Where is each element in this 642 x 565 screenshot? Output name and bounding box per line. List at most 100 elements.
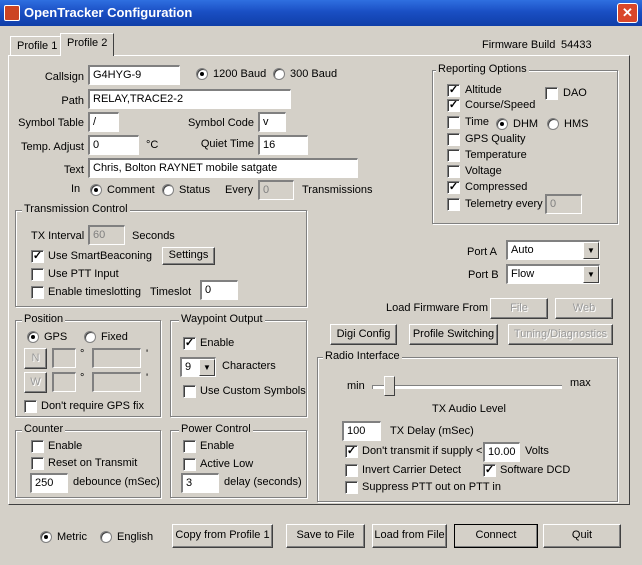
copy-profile-button[interactable]: Copy from Profile 1 [172,524,273,548]
counter-reset-checkbox[interactable] [31,457,44,470]
arrow-glyph: ▼ [203,363,211,372]
comment-radio[interactable] [90,184,102,196]
port-a-value: Auto [511,244,534,256]
voltage-checkbox[interactable] [447,165,460,178]
tab-label: Profile 1 [17,40,58,52]
no-gps-fix-checkbox[interactable] [24,400,37,413]
digi-config-button[interactable]: Digi Config [330,324,397,345]
latitude-degrees-input[interactable] [52,348,76,368]
tx-audio-slider-track[interactable] [372,385,562,389]
tx-delay-label: TX Delay (mSec) [390,425,474,437]
quiet-time-input[interactable]: 16 [258,135,308,155]
firmware-build-value: 54433 [561,39,592,51]
counter-enable-checkbox[interactable] [31,440,44,453]
software-dcd-checkbox[interactable]: ✓ [483,464,496,477]
north-south-button[interactable]: N [24,348,47,369]
supply-threshold-checkbox[interactable]: ✓ [345,445,358,458]
longitude-minutes-input[interactable] [92,372,141,392]
path-label: Path [61,95,84,107]
port-a-label: Port A [467,246,497,258]
symbol-code-input[interactable]: v [258,112,286,132]
characters-select[interactable]: 9 ▼ [180,357,216,377]
tx-audio-slider-thumb[interactable] [384,376,395,396]
quit-button[interactable]: Quit [543,524,621,548]
counter-title: Counter [22,423,66,435]
tab-profile-2[interactable]: Profile 2 [60,33,115,56]
waypoint-enable-checkbox[interactable]: ✓ [183,337,196,350]
dhm-label: DHM [513,118,539,130]
status-radio[interactable] [162,184,174,196]
characters-value: 9 [185,361,192,373]
settings-button[interactable]: Settings [162,247,215,265]
longitude-degrees-input[interactable] [52,372,76,392]
power-enable-checkbox[interactable] [183,440,196,453]
latitude-minutes-input[interactable] [92,348,141,368]
telemetry-input[interactable]: 0 [545,194,582,214]
tx-delay-input[interactable]: 100 [342,421,381,441]
timeslot-input[interactable]: 0 [200,280,238,300]
gps-quality-checkbox[interactable] [447,133,460,146]
text-input[interactable]: Chris, Bolton RAYNET mobile satgate [88,158,358,178]
invert-cd-checkbox[interactable] [345,464,358,477]
firmware-web-button[interactable]: Web [555,298,613,319]
hms-radio[interactable] [547,118,559,130]
custom-symbols-checkbox[interactable] [183,385,196,398]
symbol-code-label: Symbol Code [187,117,254,129]
chevron-down-icon[interactable]: ▼ [199,359,215,376]
temp-adjust-input[interactable]: 0 [88,135,139,155]
slider-min-label: min [347,380,365,392]
suppress-ptt-checkbox[interactable] [345,481,358,494]
baud-300-radio[interactable] [273,68,285,80]
save-to-file-button[interactable]: Save to File [286,524,365,548]
chevron-down-icon[interactable]: ▼ [583,266,599,283]
baud-1200-radio[interactable] [196,68,208,80]
load-from-file-button[interactable]: Load from File [372,524,447,548]
close-button[interactable]: ✕ [617,3,638,23]
time-checkbox[interactable] [447,116,460,129]
temperature-checkbox[interactable] [447,149,460,162]
firmware-file-button[interactable]: File [490,298,548,319]
position-fixed-radio[interactable] [84,331,96,343]
tab-profile-1[interactable]: Profile 1 [10,36,65,56]
dao-checkbox[interactable] [545,87,558,100]
callsign-input[interactable]: G4HYG-9 [88,65,180,85]
hms-label: HMS [564,118,589,130]
ptt-input-checkbox[interactable] [31,268,44,281]
chevron-down-icon[interactable]: ▼ [583,242,599,259]
tuning-diagnostics-button[interactable]: Tuning/Diagnostics [508,324,613,345]
active-low-checkbox[interactable] [183,458,196,471]
power-delay-input[interactable]: 3 [181,473,219,493]
check-icon: ✓ [346,445,357,457]
close-icon: ✕ [622,5,633,20]
supply-voltage-input[interactable]: 10.00 [483,442,520,462]
path-input[interactable]: RELAY,TRACE2-2 [88,89,291,109]
symbol-table-input[interactable]: / [88,112,119,132]
port-b-select[interactable]: Flow ▼ [506,264,600,284]
course-speed-checkbox[interactable]: ✓ [447,99,460,112]
waypoint-output-title: Waypoint Output [179,313,265,325]
voltage-label: Voltage [465,165,502,177]
port-a-select[interactable]: Auto ▼ [506,240,600,260]
east-west-button[interactable]: W [24,372,47,393]
telemetry-checkbox[interactable] [447,198,460,211]
dhm-radio[interactable] [496,118,508,130]
metric-radio[interactable] [40,531,52,543]
english-radio[interactable] [100,531,112,543]
connect-button[interactable]: Connect [454,524,538,548]
window-title: OpenTracker Configuration [24,5,193,20]
counter-enable-label: Enable [48,440,83,452]
tx-interval-input[interactable]: 60 [88,225,125,245]
timeslot-label: Timeslot [150,286,192,298]
position-gps-radio[interactable] [27,331,39,343]
arrow-glyph: ▼ [587,246,595,255]
altitude-checkbox[interactable]: ✓ [447,84,460,97]
debounce-input[interactable]: 250 [30,473,68,493]
compressed-checkbox[interactable]: ✓ [447,181,460,194]
tx-interval-label: TX Interval [31,230,85,242]
smartbeaconing-checkbox[interactable]: ✓ [31,250,44,263]
every-input[interactable]: 0 [258,180,294,200]
timeslotting-checkbox[interactable] [31,286,44,299]
profile-switching-button[interactable]: Profile Switching [409,324,498,345]
power-control-title: Power Control [179,423,253,435]
check-icon: ✓ [448,181,459,193]
